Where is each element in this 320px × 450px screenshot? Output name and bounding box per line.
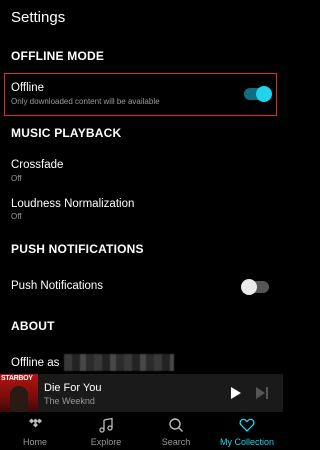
tab-explore[interactable]: Explore xyxy=(71,412,141,450)
album-art-figure xyxy=(10,386,28,412)
redacted-account xyxy=(64,354,174,371)
page-title: Settings xyxy=(11,9,66,26)
album-art: STARBOY xyxy=(0,374,38,412)
album-art-title: STARBOY xyxy=(1,375,33,382)
tab-my-collection[interactable]: My Collection xyxy=(212,412,282,450)
song-title: Die For You xyxy=(44,382,102,394)
tab-home-label: Home xyxy=(22,437,47,447)
section-push-notifications: PUSH NOTIFICATIONS xyxy=(11,242,144,256)
heart-icon xyxy=(239,418,255,432)
loudness-value: Off xyxy=(11,212,22,221)
offline-description: Only downloaded content will be availabl… xyxy=(11,97,160,106)
music-note-icon xyxy=(99,417,113,433)
offline-toggle[interactable] xyxy=(244,86,272,102)
toggle-knob xyxy=(256,86,272,102)
offline-label: Offline xyxy=(11,82,45,94)
search-icon xyxy=(169,418,183,432)
play-icon[interactable] xyxy=(228,386,242,400)
tab-my-collection-label: My Collection xyxy=(219,437,275,447)
crossfade-value: Off xyxy=(11,174,22,183)
loudness-label: Loudness Normalization xyxy=(11,198,135,210)
section-music-playback: MUSIC PLAYBACK xyxy=(11,126,122,140)
offline-as-label: Offline as xyxy=(11,357,60,369)
tab-search[interactable]: Search xyxy=(141,412,211,450)
next-track-icon[interactable] xyxy=(255,386,269,400)
tab-explore-label: Explore xyxy=(90,437,122,447)
tidal-logo-icon xyxy=(29,418,42,428)
push-notifications-label: Push Notifications xyxy=(11,280,104,292)
section-offline-mode: OFFLINE MODE xyxy=(11,49,105,63)
tab-home[interactable]: Home xyxy=(0,412,70,450)
tab-bar: Home Explore Search My Collection xyxy=(0,412,283,450)
artist-name: The Weeknd xyxy=(44,396,95,406)
mini-player[interactable]: STARBOY Die For You The Weeknd xyxy=(0,374,283,412)
toggle-knob xyxy=(241,279,257,295)
push-notifications-toggle[interactable] xyxy=(241,279,269,295)
section-about: ABOUT xyxy=(11,319,55,333)
tab-search-label: Search xyxy=(161,437,191,447)
crossfade-label: Crossfade xyxy=(11,159,64,171)
offline-highlight-box xyxy=(4,73,277,116)
